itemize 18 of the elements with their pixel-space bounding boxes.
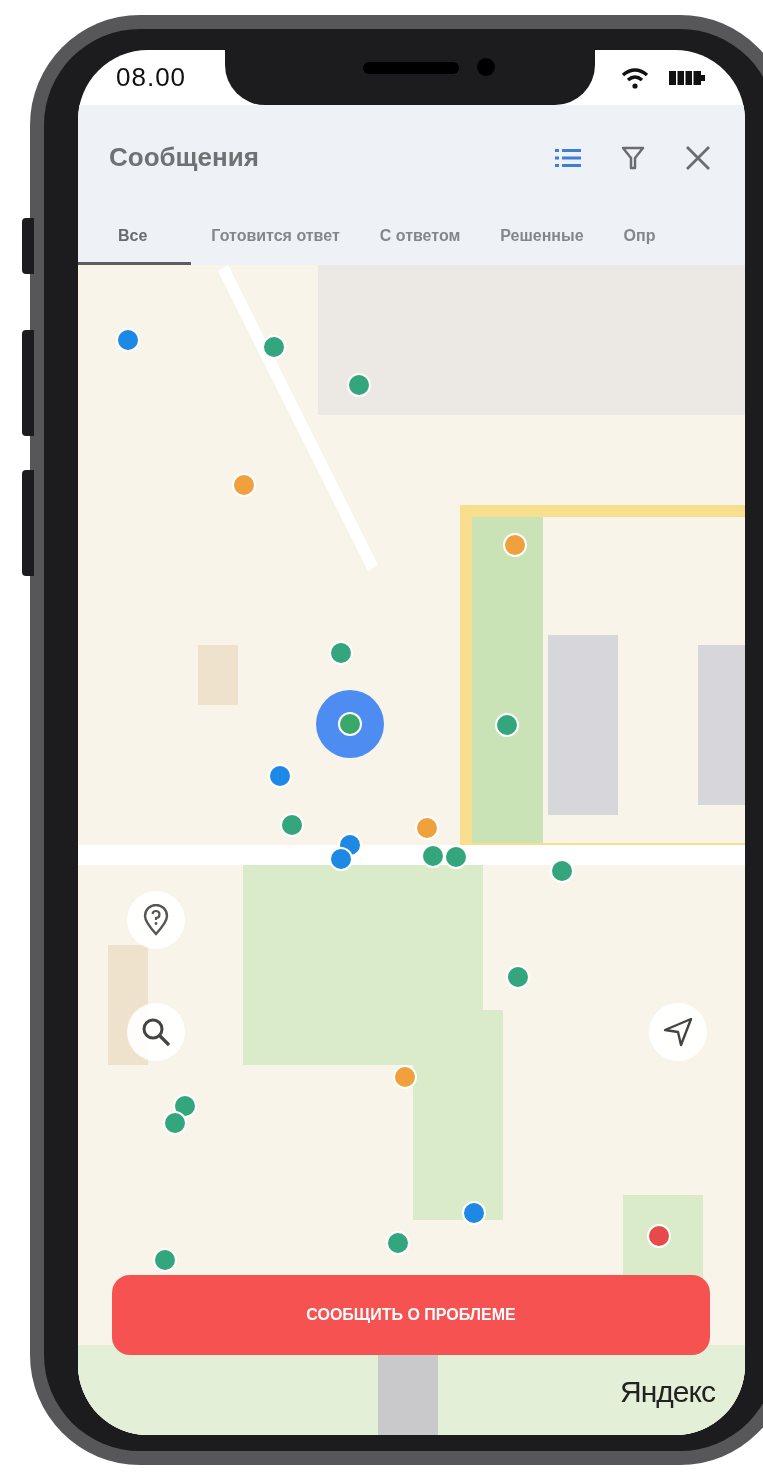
list-view-button[interactable]: [555, 147, 581, 168]
screen-title: Сообщения: [109, 142, 260, 173]
filter-tab[interactable]: Опр: [603, 210, 676, 265]
close-button[interactable]: [685, 144, 711, 171]
phone-camera: [477, 58, 495, 76]
battery-icon: [669, 70, 705, 85]
wifi-icon: [621, 66, 649, 89]
filter-tab[interactable]: Решенные: [480, 210, 604, 265]
pin-icon: [337, 711, 363, 737]
filter-button[interactable]: [621, 144, 645, 171]
search-icon: [141, 1017, 171, 1047]
filter-tab[interactable]: С ответом: [359, 210, 481, 265]
map-attribution: Яндекс: [620, 1375, 715, 1409]
filter-tab[interactable]: Готовится ответ: [191, 210, 360, 265]
navigation-arrow-icon: [662, 1016, 694, 1048]
status-time: 08.00: [116, 62, 187, 93]
report-problem-button[interactable]: СООБЩИТЬ О ПРОБЛЕМЕ: [112, 1275, 710, 1355]
map-pin-question-icon: [143, 904, 169, 936]
